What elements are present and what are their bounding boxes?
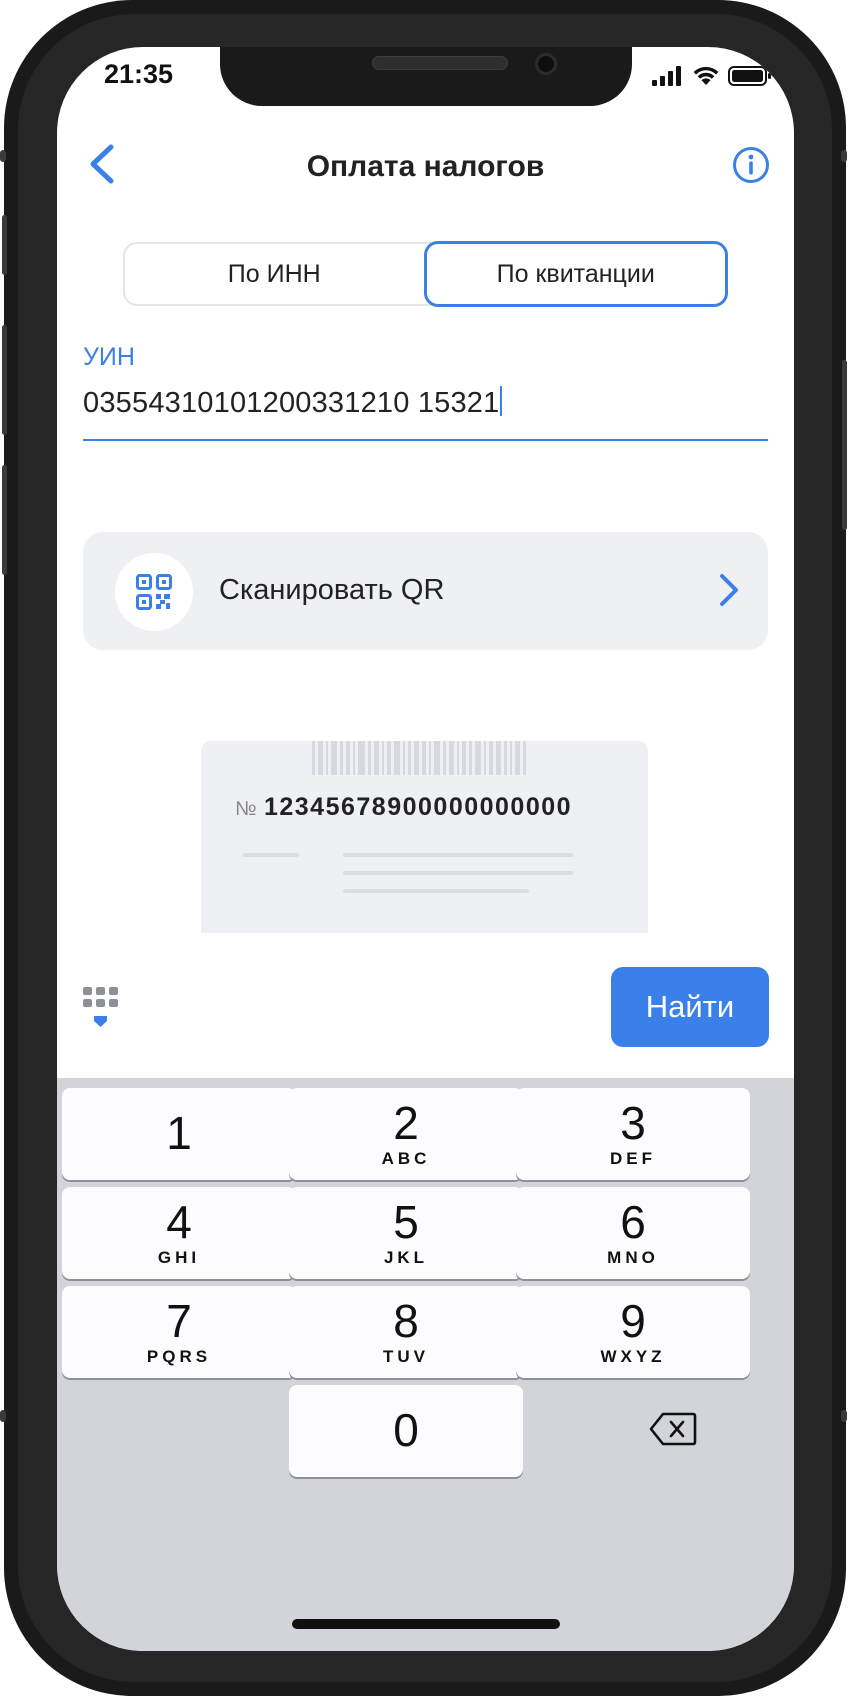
side-marker — [0, 150, 6, 162]
side-marker — [841, 150, 847, 162]
key-9[interactable]: 9 WXYZ — [516, 1286, 750, 1378]
delete-key[interactable] — [649, 1412, 697, 1451]
receipt-line — [343, 871, 573, 875]
key-1[interactable]: 1 — [62, 1088, 296, 1180]
text-caret — [500, 386, 503, 416]
receipt-line — [343, 853, 573, 857]
status-time: 21:35 — [104, 59, 174, 89]
battery-icon — [728, 65, 771, 86]
find-button[interactable]: Найти — [611, 967, 769, 1047]
side-marker — [841, 1410, 847, 1422]
key-letters: GHI — [157, 1248, 201, 1267]
signal-icon — [652, 65, 681, 86]
key-4[interactable]: 4 GHI — [62, 1187, 296, 1279]
key-letters: WXYZ — [600, 1347, 666, 1366]
key-digit: 3 — [620, 1097, 646, 1149]
key-digit: 6 — [620, 1196, 646, 1248]
key-letters: ABC — [381, 1149, 431, 1168]
receipt-line — [343, 889, 529, 893]
key-3[interactable]: 3 DEF — [516, 1088, 750, 1180]
page-title: Оплата налогов — [306, 150, 545, 183]
key-letters: MNO — [607, 1248, 659, 1267]
info-button[interactable] — [732, 146, 770, 184]
key-digit: 8 — [393, 1295, 419, 1347]
side-marker — [0, 1410, 6, 1422]
key-digit: 2 — [393, 1097, 419, 1149]
uin-label: УИН — [83, 343, 135, 371]
numeric-keyboard: 1 2 ABC 3 DEF 4 GHI 5 JKL 6 MNO 7 PQRS 8… — [57, 1078, 794, 1651]
scan-qr-label: Сканировать QR — [219, 574, 445, 606]
segmented-control: По ИНН По квитанции — [123, 241, 728, 307]
key-5[interactable]: 5 JKL — [289, 1187, 523, 1279]
uin-input-value: 03554310101200331210 15321 — [83, 387, 500, 419]
barcode-graphic — [312, 741, 537, 775]
wifi-icon — [693, 66, 719, 85]
key-digit: 4 — [166, 1196, 192, 1248]
info-icon — [733, 147, 769, 183]
backspace-icon — [649, 1412, 697, 1446]
key-7[interactable]: 7 PQRS — [62, 1286, 296, 1378]
home-indicator[interactable] — [292, 1619, 560, 1629]
key-letters: TUV — [383, 1347, 429, 1366]
speaker-grille — [372, 56, 508, 70]
key-letters: PQRS — [146, 1347, 212, 1366]
key-digit: 1 — [166, 1107, 192, 1159]
front-camera — [535, 53, 557, 75]
key-digit: 7 — [166, 1295, 192, 1347]
uin-input-underline — [83, 439, 768, 441]
power-button — [842, 360, 847, 530]
tab-by-receipt[interactable]: По квитанции — [423, 241, 728, 307]
silent-switch — [2, 215, 7, 275]
receipt-line — [243, 853, 299, 857]
keyboard-toggle-button[interactable] — [83, 987, 125, 1038]
notch — [220, 47, 632, 106]
tab-by-inn[interactable]: По ИНН — [125, 244, 424, 304]
keyboard-hide-icon — [83, 987, 118, 1027]
receipt-illustration: № 12345678900000000000 — [201, 741, 648, 933]
chevron-right-icon — [720, 574, 738, 606]
receipt-number-value: 12345678900000000000 — [263, 793, 573, 821]
volume-up-button — [2, 325, 7, 435]
key-letters: DEF — [610, 1149, 656, 1168]
status-icons — [652, 65, 772, 86]
qr-code-icon — [136, 574, 172, 610]
uin-input[interactable]: 03554310101200331210 15321 — [83, 386, 503, 420]
qr-icon-circle — [115, 553, 193, 631]
key-digit: 9 — [620, 1295, 646, 1347]
key-letters: JKL — [383, 1248, 429, 1267]
key-6[interactable]: 6 MNO — [516, 1187, 750, 1279]
screen: 21:35 Оплата налогов По ИНН По квитанции… — [57, 47, 794, 1651]
volume-down-button — [2, 465, 7, 575]
key-digit: 0 — [393, 1404, 419, 1456]
key-digit: 5 — [393, 1196, 419, 1248]
receipt-number: № 12345678900000000000 — [235, 793, 572, 822]
scan-qr-button[interactable]: Сканировать QR — [83, 532, 768, 650]
key-8[interactable]: 8 TUV — [289, 1286, 523, 1378]
key-2[interactable]: 2 ABC — [289, 1088, 523, 1180]
number-sign: № — [235, 798, 258, 820]
key-0[interactable]: 0 — [289, 1385, 523, 1477]
